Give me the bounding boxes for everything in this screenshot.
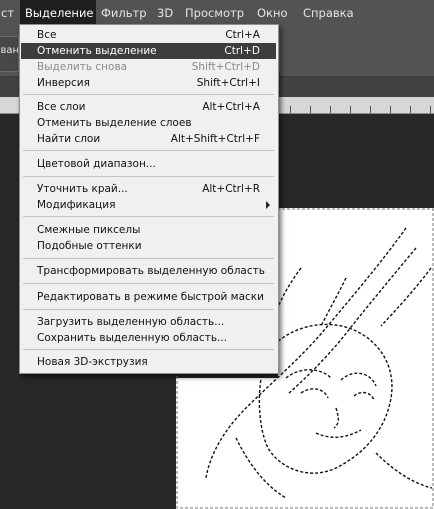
menu-item-save-selection[interactable]: Сохранить выделенную область...	[21, 330, 276, 346]
menu-item-shortcut: Ctrl+D	[224, 45, 260, 57]
ruler-tick	[350, 106, 351, 113]
menu-item-label: Инверсия	[37, 77, 90, 89]
options-button-label: иван	[0, 45, 19, 56]
menu-item-label: Отменить выделение слоев	[37, 117, 192, 129]
menu-item-label: Выделить снова	[37, 61, 128, 73]
select-menu-dropdown: Все Ctrl+A Отменить выделение Ctrl+D Выд…	[19, 24, 279, 374]
menu-separator	[23, 216, 274, 217]
menu-item-label: Смежные пикселы	[37, 224, 141, 236]
menu-item-shortcut: Ctrl+A	[225, 29, 260, 41]
ruler-tick	[330, 106, 331, 113]
menu-item-shortcut: Alt+Ctrl+A	[202, 101, 260, 113]
menu-3d[interactable]: 3D	[152, 0, 178, 26]
menu-item-quick-mask[interactable]: Редактировать в режиме быстрой маски	[21, 289, 276, 305]
menu-item-label: Загрузить выделенную область...	[37, 316, 225, 328]
menu-separator	[23, 283, 274, 284]
menu-window[interactable]: Окно	[252, 0, 293, 26]
menu-separator	[23, 309, 274, 310]
menu-item-refine-edge[interactable]: Уточнить край... Alt+Ctrl+R	[21, 181, 276, 197]
ruler-tick	[390, 106, 391, 113]
menu-item-label: Все	[37, 29, 57, 41]
menu-filter[interactable]: Фильтр	[96, 0, 152, 26]
menu-item-deselect-layers[interactable]: Отменить выделение слоев	[21, 115, 276, 131]
menu-item-label: Подобные оттенки	[37, 240, 142, 252]
menu-item-shortcut: Shift+Ctrl+I	[196, 77, 260, 89]
ruler-tick	[430, 106, 431, 113]
menu-item-new-3d-extrusion[interactable]: Новая 3D-экструзия	[21, 354, 276, 370]
menu-item-load-selection[interactable]: Загрузить выделенную область...	[21, 314, 276, 330]
menu-select[interactable]: Выделение	[20, 0, 96, 26]
menu-item-reselect[interactable]: Выделить снова Shift+Ctrl+D	[21, 59, 276, 75]
menu-item-label: Уточнить край...	[37, 183, 128, 195]
menu-item-inverse[interactable]: Инверсия Shift+Ctrl+I	[21, 75, 276, 91]
menu-item-color-range[interactable]: Цветовой диапазон...	[21, 156, 276, 172]
ruler-tick	[370, 106, 371, 113]
menu-item-shortcut: Shift+Ctrl+D	[191, 61, 260, 73]
menu-item-label: Цветовой диапазон...	[37, 158, 156, 170]
options-button-partial[interactable]: иван	[0, 36, 19, 72]
menu-item-label: Редактировать в режиме быстрой маски	[37, 291, 264, 303]
submenu-arrow-icon	[266, 201, 270, 209]
menu-item-shortcut: Alt+Shift+Ctrl+F	[170, 133, 260, 145]
menu-item-label: Все слои	[37, 101, 86, 113]
menu-separator	[23, 258, 274, 259]
menu-item-all-layers[interactable]: Все слои Alt+Ctrl+A	[21, 99, 276, 115]
menu-separator	[23, 176, 274, 177]
menu-help[interactable]: Справка	[298, 0, 359, 26]
ruler-tick	[310, 106, 311, 113]
menu-item-label: Модификация	[37, 199, 116, 211]
menu-item-transform-selection[interactable]: Трансформировать выделенную область	[21, 263, 276, 279]
menu-item-label: Отменить выделение	[37, 45, 157, 57]
menu-item-grow[interactable]: Смежные пикселы	[21, 222, 276, 238]
menu-item-label: Новая 3D-экструзия	[37, 356, 148, 368]
menu-item-modify[interactable]: Модификация	[21, 197, 276, 213]
menu-item-deselect[interactable]: Отменить выделение Ctrl+D	[21, 43, 276, 59]
menu-separator	[23, 349, 274, 350]
ruler-tick	[410, 106, 411, 113]
menu-separator	[23, 94, 274, 95]
menu-view[interactable]: Просмотр	[180, 0, 249, 26]
menu-item-label: Трансформировать выделенную область	[37, 265, 265, 277]
options-divider-highlight	[279, 31, 280, 71]
menu-item-label: Найти слои	[37, 133, 101, 145]
ruler-tick	[290, 106, 291, 113]
menu-item-all[interactable]: Все Ctrl+A	[21, 27, 276, 43]
menu-separator	[23, 150, 274, 151]
menu-edit-partial[interactable]: ст	[0, 0, 19, 26]
menu-item-shortcut: Alt+Ctrl+R	[202, 183, 260, 195]
menu-item-label: Сохранить выделенную область...	[37, 332, 228, 344]
menu-item-similar[interactable]: Подобные оттенки	[21, 238, 276, 254]
menu-item-find-layers[interactable]: Найти слои Alt+Shift+Ctrl+F	[21, 131, 276, 147]
menu-bar: ст Выделение Фильтр 3D Просмотр Окно Спр…	[0, 0, 434, 27]
